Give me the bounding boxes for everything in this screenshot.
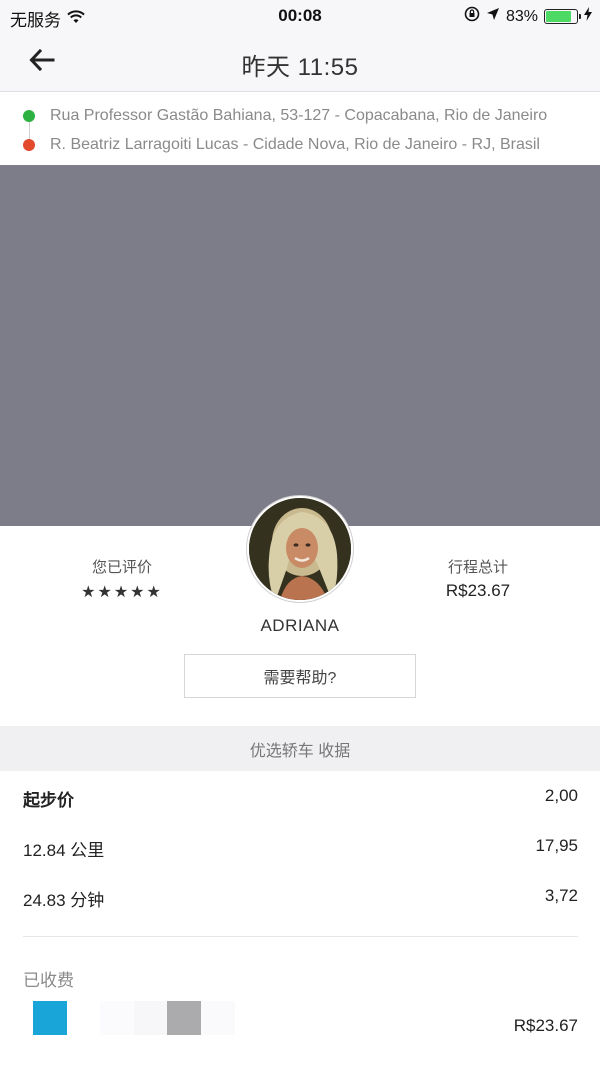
pickup-address: Rua Professor Gastão Bahiana, 53-127 - C… <box>50 107 548 124</box>
trip-total-value: R$23.67 <box>445 581 511 600</box>
driver-card: 您已评价 ★★★★★ 行程总计 R$23.67 ADRIANA 需要帮助? <box>0 496 600 726</box>
charging-bolt-icon <box>584 7 592 26</box>
battery-fill <box>546 11 571 22</box>
fare-label: 起步价 <box>23 791 74 810</box>
battery-icon <box>544 9 581 24</box>
payment-card-icon <box>33 1001 67 1035</box>
charged-label: 已收费 <box>23 971 74 990</box>
pickup-dot-icon <box>23 110 35 122</box>
pickup-row[interactable]: Rua Professor Gastão Bahiana, 53-127 - C… <box>0 101 600 131</box>
fare-value: 2,00 <box>544 786 578 805</box>
fare-value: 3,72 <box>544 886 578 905</box>
rating-stars: ★★★★★ <box>81 584 163 601</box>
dropoff-dot-icon <box>23 139 35 151</box>
charged-amount: R$23.67 <box>513 1016 578 1035</box>
fare-row-base: 起步价 2,00 <box>0 786 600 816</box>
rated-label: 您已评价 <box>91 559 152 576</box>
payment-card-pixel <box>167 1001 201 1035</box>
payment-card-pixel <box>100 1001 134 1035</box>
header: 昨天 11:55 <box>0 32 600 92</box>
trip-map[interactable] <box>0 165 600 526</box>
payment-row: R$23.67 <box>0 998 600 1038</box>
dropoff-address: R. Beatriz Larragoiti Lucas - Cidade Nov… <box>50 136 540 153</box>
driver-avatar <box>247 496 353 602</box>
fare-row-distance: 12.84 公里 17,95 <box>0 836 600 866</box>
driver-name: ADRIANA <box>260 616 340 635</box>
help-button[interactable]: 需要帮助? <box>184 654 416 698</box>
payment-card-pixel <box>134 1001 168 1035</box>
orientation-lock-icon <box>464 6 480 27</box>
payment-card-pixel <box>201 1001 235 1035</box>
page-title: 昨天 11:55 <box>241 54 359 81</box>
fare-row-time: 24.83 分钟 3,72 <box>0 886 600 916</box>
battery-percent: 83% <box>505 7 538 25</box>
fare-value: 17,95 <box>535 836 578 855</box>
dropoff-row[interactable]: R. Beatriz Larragoiti Lucas - Cidade Nov… <box>0 130 600 160</box>
status-right: 83% <box>464 6 592 27</box>
receipt-header: 优选轿车 收据 <box>0 726 600 771</box>
receipt-divider <box>23 936 578 937</box>
fare-label: 24.83 分钟 <box>23 891 105 910</box>
location-arrow-icon <box>486 7 500 26</box>
route-summary: Rua Professor Gastão Bahiana, 53-127 - C… <box>0 93 600 165</box>
trip-total-label: 行程总计 <box>447 559 508 576</box>
status-bar: 无服务 00:08 83% <box>0 0 600 32</box>
fare-label: 12.84 公里 <box>23 841 105 860</box>
